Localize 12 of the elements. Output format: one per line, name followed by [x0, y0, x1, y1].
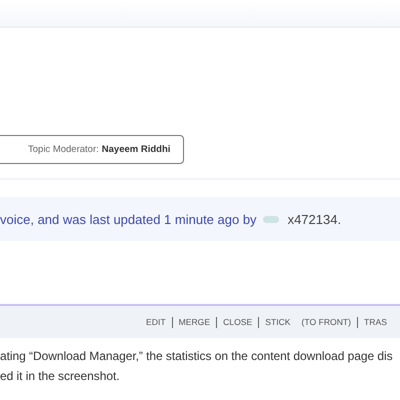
avatar-icon: [262, 216, 279, 222]
moderator-label: Topic Moderator:: [28, 144, 99, 155]
admin-link[interactable]: (TO FRONT): [296, 316, 358, 328]
admin-link[interactable]: EDIT: [146, 316, 172, 328]
admin-link[interactable]: MERGE: [172, 316, 216, 328]
user-link[interactable]: x472134.: [288, 212, 342, 226]
admin-link[interactable]: CLOSE: [216, 316, 258, 328]
moderator-name[interactable]: Nayeem Riddhi: [102, 144, 170, 155]
topic-info-text: voice, and was last updated 1 minute ago by: [0, 212, 257, 226]
admin-link[interactable]: TRAS: [357, 316, 393, 328]
admin-link[interactable]: STICK: [258, 316, 297, 328]
post-text: ating “Download Manager,” the statistics on the content download page dis ed it in the screenshot.: [0, 348, 394, 385]
